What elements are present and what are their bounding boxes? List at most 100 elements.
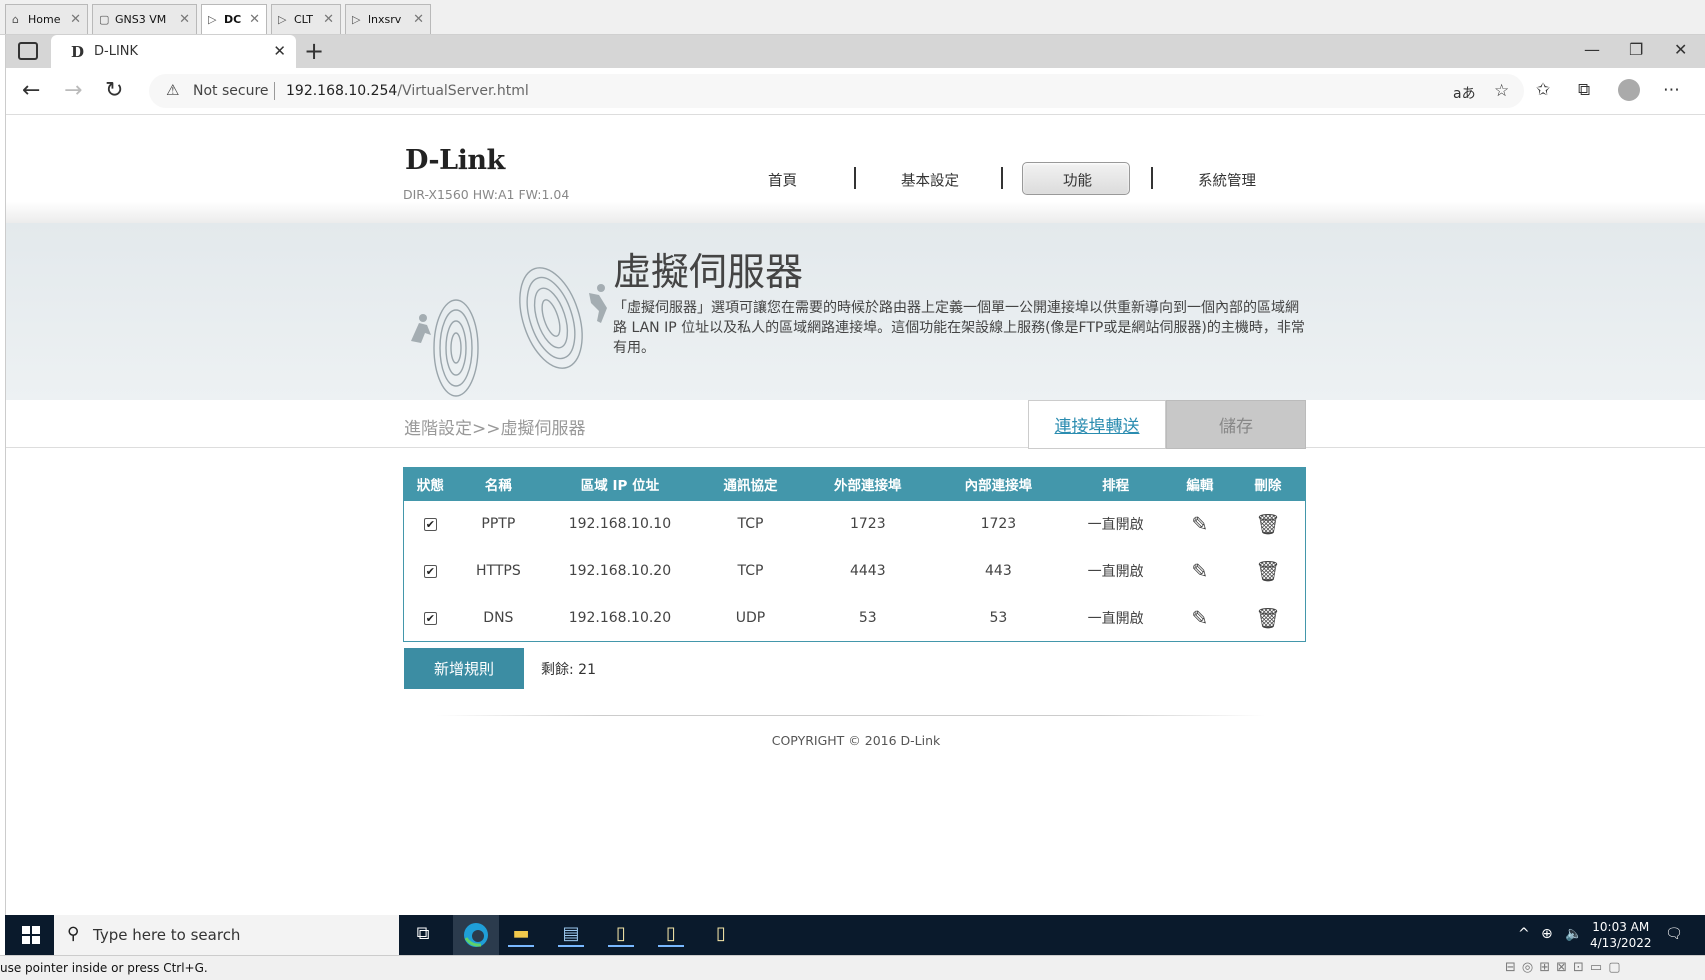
more-menu-icon[interactable]: ⋯	[1663, 80, 1680, 100]
dlink-logo[interactable]: D-Link	[405, 145, 505, 176]
security-label[interactable]: Not secure	[193, 83, 269, 99]
warning-icon[interactable]: ⚠	[166, 81, 179, 99]
table-row: ✔ HTTPS 192.168.10.20 TCP 4443 443 一直開啟 …	[404, 548, 1306, 595]
close-icon[interactable]: ✕	[70, 12, 81, 27]
taskbar-app-edge[interactable]	[453, 915, 499, 955]
address-bar-row: ← → ↻ ⚠ Not secure 192.168.10.254/Virtua…	[6, 68, 1705, 115]
file-explorer-icon[interactable]: ▬	[508, 923, 534, 947]
edit-pencil-icon[interactable]: ✎	[1192, 606, 1209, 630]
task-view-icon[interactable]: ⧉	[410, 923, 436, 947]
vm-tab-clt[interactable]: ▷ CLT ✕	[271, 4, 341, 34]
nav-features[interactable]: 功能	[1063, 170, 1092, 191]
edit-pencil-icon[interactable]: ✎	[1192, 559, 1209, 583]
rule-schedule: 一直開啟	[1087, 564, 1144, 580]
router-header: D-Link DIR-X1560 HW:A1 FW:1.04 首頁 基本設定 功…	[6, 115, 1705, 223]
notifications-icon[interactable]: 🗨	[1665, 926, 1683, 942]
column-header: 外部連接埠	[801, 467, 935, 501]
vm-tab-label: GNS3 VM	[115, 13, 167, 26]
taskbar-search-input[interactable]: ⚲ Type here to search	[54, 915, 399, 955]
vm-tab-dc[interactable]: ▷ DC ✕	[201, 4, 267, 34]
rule-protocol: UDP	[735, 609, 766, 626]
add-favorite-icon[interactable]: ☆	[1494, 81, 1509, 101]
refresh-icon[interactable]: ↻	[105, 78, 123, 103]
dlink-favicon-icon: D	[71, 42, 85, 61]
profile-avatar[interactable]	[1618, 79, 1640, 101]
page-title: 虛擬伺服器	[613, 250, 804, 294]
column-header: 名稱	[456, 467, 540, 501]
favorites-icon[interactable]: ✩	[1536, 80, 1550, 100]
new-tab-icon[interactable]: +	[304, 37, 324, 65]
delete-trash-icon[interactable]: 🗑	[1255, 512, 1280, 536]
save-button[interactable]: 儲存	[1166, 400, 1306, 449]
forward-icon[interactable]: →	[64, 78, 82, 103]
server-manager-icon[interactable]: ▤	[558, 923, 584, 947]
notepad-icon[interactable]: ▯	[708, 923, 734, 947]
port-forwarding-link[interactable]: 連接埠轉送	[1028, 400, 1166, 449]
rule-ip: 192.168.10.20	[568, 563, 672, 579]
vm-tab-home[interactable]: ⌂ Home ✕	[5, 4, 88, 34]
show-hidden-icons-icon[interactable]: ^	[1518, 926, 1530, 942]
vm-status-bar: use pointer inside or press Ctrl+G. ⊟◎⊞⊠…	[0, 955, 1705, 980]
collections-icon[interactable]: ⧉	[1578, 80, 1590, 100]
vm-tab-label: DC	[224, 13, 242, 26]
close-icon[interactable]: ✕	[323, 12, 334, 27]
close-tab-icon[interactable]: ✕	[273, 42, 286, 60]
close-icon[interactable]: ✕	[249, 12, 260, 27]
rule-enabled-checkbox[interactable]: ✔	[423, 611, 437, 625]
rule-internal-port: 1723	[980, 516, 1017, 532]
vm-tab-label: Home	[28, 13, 61, 26]
vm-icon: ▢	[99, 12, 110, 26]
delete-trash-icon[interactable]: 🗑	[1255, 559, 1280, 583]
nav-basic-settings[interactable]: 基本設定	[901, 170, 959, 191]
nav-system-management[interactable]: 系統管理	[1198, 170, 1256, 191]
vm-tab-label: CLT	[294, 13, 314, 26]
table-row: ✔ DNS 192.168.10.20 UDP 53 53 一直開啟 ✎ 🗑	[404, 595, 1306, 642]
close-icon[interactable]: ✕	[179, 12, 190, 27]
notepad-icon[interactable]: ▯	[608, 923, 634, 947]
vm-tab-gns3[interactable]: ▢ GNS3 VM ✕	[92, 4, 197, 34]
address-bar[interactable]: ⚠ Not secure 192.168.10.254/VirtualServe…	[149, 74, 1524, 108]
add-rule-button[interactable]: 新增規則	[404, 648, 524, 689]
minimize-icon[interactable]: —	[1584, 40, 1600, 59]
close-window-icon[interactable]: ✕	[1674, 40, 1687, 59]
rule-protocol: TCP	[737, 516, 764, 532]
url-text[interactable]: 192.168.10.254/VirtualServer.html	[286, 83, 529, 99]
vm-tab-strip: ⌂ Home ✕ ▢ GNS3 VM ✕ ▷ DC ✕ ▷ CLT ✕ ▷ ln…	[0, 0, 1705, 35]
home-icon: ⌂	[12, 12, 19, 26]
tab-actions-icon[interactable]	[18, 42, 38, 60]
browser-tab-active[interactable]: D D-LINK ✕	[51, 35, 296, 68]
vm-tab-lnxsrv[interactable]: ▷ lnxsrv ✕	[345, 4, 431, 34]
rule-ip: 192.168.10.20	[568, 609, 672, 626]
url-host: 192.168.10.254	[286, 83, 398, 99]
delete-trash-icon[interactable]: 🗑	[1255, 606, 1280, 630]
virtual-server-table: 狀態 名稱 區域 IP 位址 通訊協定 外部連接埠 內部連接埠 排程 編輯 刪除…	[403, 467, 1306, 642]
notepad-icon[interactable]: ▯	[658, 923, 684, 947]
read-aloud-icon[interactable]: aあ	[1453, 83, 1476, 103]
table-header-row: 狀態 名稱 區域 IP 位址 通訊協定 外部連接埠 內部連接埠 排程 編輯 刪除	[403, 467, 1306, 501]
volume-muted-icon[interactable]: 🔈	[1565, 926, 1582, 942]
edit-pencil-icon[interactable]: ✎	[1192, 512, 1209, 536]
device-status-icons: ⊟◎⊞⊠⊡▭▢	[1505, 960, 1627, 975]
back-icon[interactable]: ←	[22, 78, 40, 103]
table-row: ✔ PPTP 192.168.10.10 TCP 1723 1723 一直開啟 …	[404, 501, 1306, 548]
breadcrumb-bar: 進階設定>>虛擬伺服器 連接埠轉送 儲存	[6, 400, 1705, 449]
rule-schedule: 一直開啟	[1087, 610, 1144, 627]
network-icon[interactable]: ⊕	[1541, 926, 1553, 942]
taskbar-clock[interactable]: 10:03 AM 4/13/2022	[1590, 919, 1652, 951]
rule-enabled-checkbox[interactable]: ✔	[423, 565, 437, 578]
rule-external-port: 53	[858, 609, 877, 626]
rule-enabled-checkbox[interactable]: ✔	[423, 518, 437, 531]
nav-divider	[1001, 167, 1003, 189]
windows-start-icon[interactable]	[22, 926, 40, 944]
rule-external-port: 4443	[849, 563, 886, 579]
restore-icon[interactable]: ❐	[1629, 40, 1643, 59]
close-icon[interactable]: ✕	[413, 12, 424, 27]
nav-home[interactable]: 首頁	[768, 170, 797, 191]
copyright-text: COPYRIGHT © 2016 D-Link	[771, 733, 941, 748]
browser-tab-title: D-LINK	[94, 44, 139, 59]
page-description: 「虛擬伺服器」選項可讓您在需要的時候於路由器上定義一個單一公開連接埠以供重新導向…	[613, 300, 1305, 356]
column-header: 刪除	[1230, 467, 1306, 501]
vm-tab-label: lnxsrv	[368, 13, 402, 26]
virtual-server-illustration	[411, 267, 607, 397]
url-path: /VirtualServer.html	[397, 83, 529, 99]
